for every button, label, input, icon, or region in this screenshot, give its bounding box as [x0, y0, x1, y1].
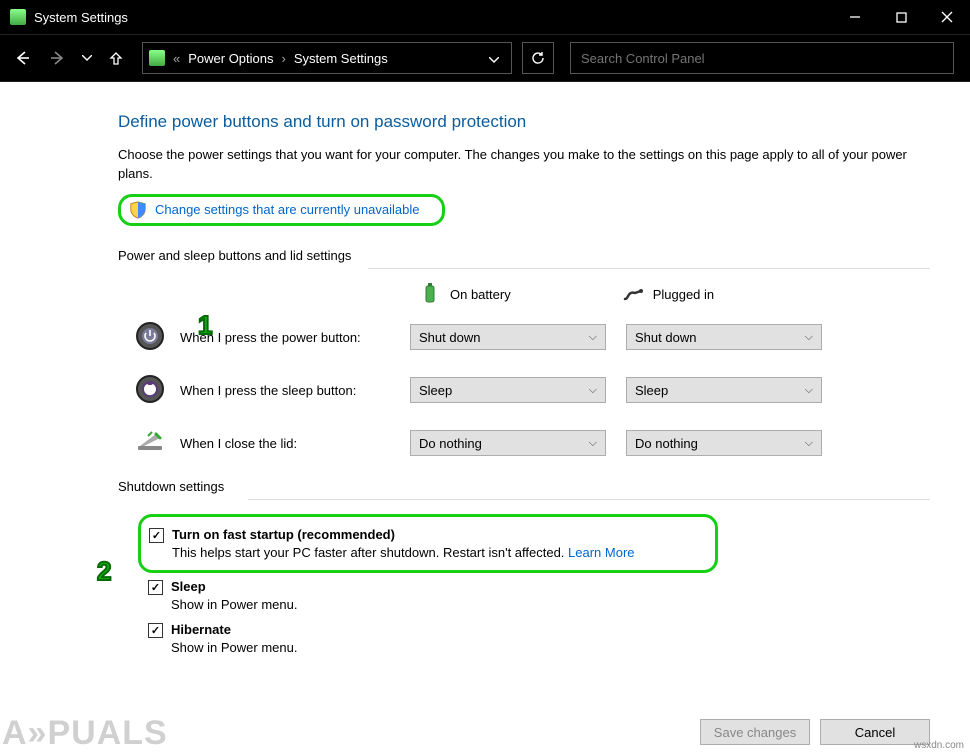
sleep-checkbox[interactable]: [148, 580, 163, 595]
back-button[interactable]: [6, 42, 38, 74]
hibernate-label: Hibernate: [171, 622, 231, 637]
close-button[interactable]: [924, 0, 970, 34]
recent-dropdown[interactable]: [78, 42, 96, 74]
buttons-section: Power and sleep buttons and lid settings…: [118, 248, 930, 461]
lid-close-row: When I close the lid: Do nothing ⌵ Do no…: [134, 426, 930, 461]
dropdown-value: Do nothing: [419, 436, 482, 451]
chevron-down-icon: ⌵: [589, 331, 597, 344]
sleep-desc: Show in Power menu.: [171, 597, 930, 612]
watermark: A»PUALS: [2, 714, 168, 753]
search-input[interactable]: [570, 42, 954, 74]
on-battery-label: On battery: [450, 287, 511, 302]
learn-more-link[interactable]: Learn More: [568, 545, 634, 560]
save-changes-button[interactable]: Save changes: [700, 719, 810, 745]
sleep-button-plugged-dropdown[interactable]: Sleep ⌵: [626, 377, 822, 403]
sleep-button-label: When I press the sleep button:: [180, 383, 410, 398]
dropdown-value: Sleep: [635, 383, 668, 398]
hibernate-desc: Show in Power menu.: [171, 640, 930, 655]
refresh-button[interactable]: [522, 42, 554, 74]
footer-buttons: Save changes Cancel: [700, 719, 930, 745]
maximize-button[interactable]: [878, 0, 924, 34]
sleep-button-row: When I press the sleep button: Sleep ⌵ S…: [134, 373, 930, 408]
laptop-lid-icon: [134, 426, 170, 461]
breadcrumb-item-power-options[interactable]: Power Options: [188, 51, 273, 66]
shutdown-section: Shutdown settings 2 Turn on fast startup…: [118, 479, 930, 655]
hibernate-checkbox[interactable]: [148, 623, 163, 638]
fast-startup-desc: This helps start your PC faster after sh…: [172, 545, 701, 560]
titlebar: System Settings: [0, 0, 970, 34]
chevron-down-icon: ⌵: [805, 437, 813, 450]
up-button[interactable]: [100, 42, 132, 74]
power-button-battery-dropdown[interactable]: Shut down ⌵: [410, 324, 606, 350]
breadcrumb[interactable]: « Power Options › System Settings: [142, 42, 512, 74]
chevron-down-icon: ⌵: [589, 384, 597, 397]
power-button-icon: [134, 320, 170, 355]
plugged-in-label: Plugged in: [653, 287, 714, 302]
minimize-button[interactable]: [832, 0, 878, 34]
dropdown-value: Shut down: [635, 330, 696, 345]
fast-startup-label: Turn on fast startup (recommended): [172, 527, 395, 542]
shield-icon: [129, 201, 147, 219]
sleep-button-icon: [134, 373, 170, 408]
buttons-section-label: Power and sleep buttons and lid settings: [118, 248, 930, 263]
power-button-label: When I press the power button:: [180, 330, 410, 345]
sleep-button-battery-dropdown[interactable]: Sleep ⌵: [410, 377, 606, 403]
battery-icon: [418, 281, 442, 308]
on-battery-header: On battery: [418, 281, 511, 308]
section-divider: [248, 499, 930, 500]
sleep-label: Sleep: [171, 579, 206, 594]
lid-close-plugged-dropdown[interactable]: Do nothing ⌵: [626, 430, 822, 456]
plugged-in-header: Plugged in: [621, 281, 714, 308]
chevron-down-icon: ⌵: [805, 331, 813, 344]
power-button-plugged-dropdown[interactable]: Shut down ⌵: [626, 324, 822, 350]
section-divider: [368, 268, 930, 269]
plug-icon: [621, 281, 645, 308]
fast-startup-checkbox[interactable]: [149, 528, 164, 543]
breadcrumb-icon: [149, 50, 165, 66]
sleep-item: Sleep Show in Power menu.: [148, 579, 930, 612]
chevron-right-icon: ›: [278, 51, 290, 66]
content: Define power buttons and turn on passwor…: [0, 82, 970, 755]
lid-close-label: When I close the lid:: [180, 436, 410, 451]
change-settings-highlight: Change settings that are currently unava…: [118, 194, 445, 226]
power-button-row: When I press the power button: Shut down…: [134, 320, 930, 355]
dropdown-value: Sleep: [419, 383, 452, 398]
breadcrumb-prefix: «: [169, 51, 184, 66]
page-heading: Define power buttons and turn on passwor…: [118, 112, 930, 132]
window-title: System Settings: [34, 10, 832, 25]
shutdown-section-label: Shutdown settings: [118, 479, 930, 494]
chevron-down-icon: ⌵: [805, 384, 813, 397]
chevron-down-icon: ⌵: [589, 437, 597, 450]
breadcrumb-item-system-settings[interactable]: System Settings: [294, 51, 388, 66]
hibernate-item: Hibernate Show in Power menu.: [148, 622, 930, 655]
dropdown-value: Do nothing: [635, 436, 698, 451]
forward-button[interactable]: [42, 42, 74, 74]
annotation-2: 2: [97, 556, 111, 587]
app-icon: [10, 9, 26, 25]
dropdown-value: Shut down: [419, 330, 480, 345]
annotation-1: 1: [198, 310, 212, 341]
source-text: wsxdn.com: [914, 740, 964, 751]
column-headers: On battery Plugged in: [418, 281, 930, 308]
page-intro: Choose the power settings that you want …: [118, 146, 930, 184]
navbar: « Power Options › System Settings: [0, 34, 970, 82]
breadcrumb-dropdown[interactable]: [483, 51, 505, 66]
lid-close-battery-dropdown[interactable]: Do nothing ⌵: [410, 430, 606, 456]
fast-startup-highlight: Turn on fast startup (recommended) This …: [138, 514, 718, 573]
change-settings-link[interactable]: Change settings that are currently unava…: [155, 202, 420, 217]
